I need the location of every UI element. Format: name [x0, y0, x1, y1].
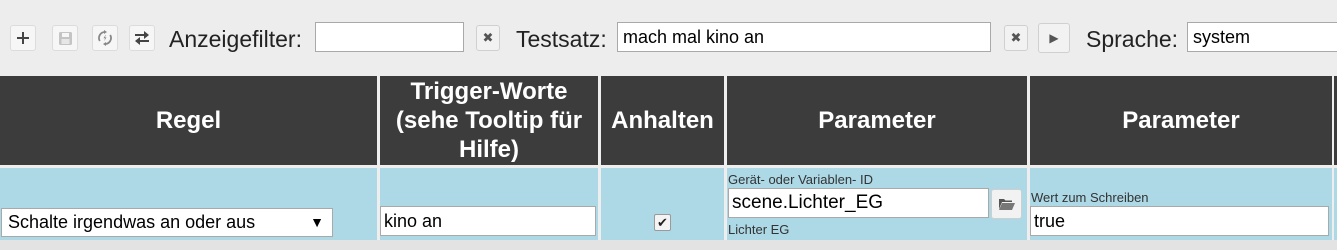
close-icon: ✖	[482, 30, 494, 45]
header-trigger-worte[interactable]: Trigger-Worte (sehe Tooltip für Hilfe)	[380, 76, 598, 165]
checkmark-icon: ✔	[657, 214, 668, 230]
rule-select-value: Schalte irgendwas an oder aus	[8, 212, 256, 232]
close-icon: ✖	[1010, 30, 1022, 45]
header-parameter-2[interactable]: Parameter	[1030, 76, 1332, 165]
sprache-label: Sprache:	[1086, 26, 1179, 52]
browse-button[interactable]	[991, 189, 1022, 219]
toolbar: Anzeigefilter: ✖ Testsatz: ✖ ▶ Sprache:	[0, 0, 1337, 76]
header-parameter-1[interactable]: Parameter	[727, 76, 1027, 165]
dropdown-arrow-icon: ▼	[310, 214, 324, 230]
header-regel[interactable]: Regel	[0, 76, 377, 165]
refresh-icon[interactable]	[92, 25, 118, 51]
testsatz-input[interactable]	[617, 22, 991, 52]
filter-label: Anzeigefilter:	[169, 26, 302, 52]
swap-icon[interactable]	[129, 25, 155, 51]
clear-filter-button[interactable]: ✖	[476, 25, 500, 51]
testsatz-label: Testsatz:	[516, 26, 607, 52]
param1-name: Lichter EG	[728, 222, 790, 237]
plus-icon[interactable]	[10, 25, 36, 51]
clear-testsatz-button[interactable]: ✖	[1004, 25, 1028, 51]
rule-select[interactable]: Schalte irgendwas an oder aus ▼	[1, 208, 333, 237]
row-divider	[0, 240, 1337, 250]
sprache-select[interactable]	[1187, 22, 1337, 52]
param1-input[interactable]	[728, 188, 989, 218]
play-button[interactable]: ▶	[1038, 23, 1070, 53]
header-anhalten[interactable]: Anhalten	[601, 76, 724, 165]
param1-hint: Gerät- oder Variablen- ID	[728, 172, 873, 187]
play-icon: ▶	[1049, 31, 1059, 45]
folder-open-icon	[998, 199, 1015, 210]
filter-input[interactable]	[315, 22, 464, 52]
trigger-input[interactable]	[380, 206, 596, 236]
param2-hint: Wert zum Schreiben	[1031, 190, 1149, 205]
param2-input[interactable]	[1030, 206, 1329, 236]
halt-checkbox[interactable]: ✔	[654, 214, 671, 231]
save-icon[interactable]	[52, 25, 78, 51]
